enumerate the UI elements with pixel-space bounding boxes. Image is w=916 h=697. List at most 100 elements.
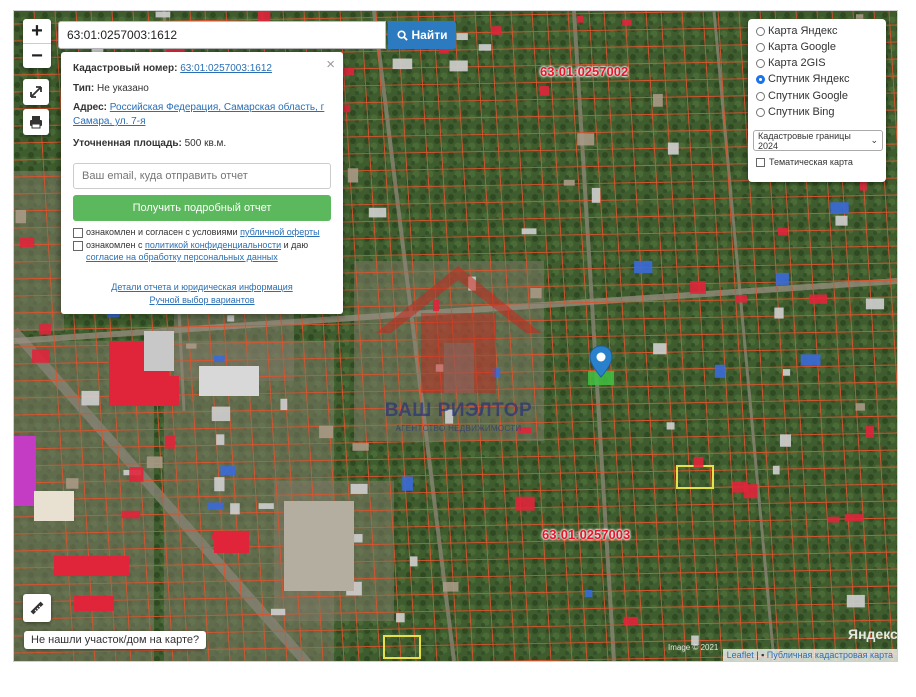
large-building	[74, 596, 114, 611]
roof	[835, 215, 848, 226]
layer-option-google-map[interactable]: Карта Google	[756, 41, 836, 53]
roof	[347, 168, 359, 183]
roof	[585, 589, 593, 598]
layer-option-2gis-map[interactable]: Карта 2GIS	[756, 57, 826, 69]
layer-label: Карта Google	[768, 41, 836, 53]
parcel-info-popup: × Кадастровый номер: 63:01:0257003:1612 …	[61, 52, 343, 314]
roof	[456, 33, 468, 41]
search-button-label: Найти	[411, 28, 448, 42]
consent-privacy-text: ознакомлен с политикой конфиденциальност…	[86, 239, 308, 263]
rosreestr-link[interactable]: Публичная кадастровая карта	[767, 650, 893, 660]
personal-data-consent-link[interactable]: согласие на обработку персональных данны…	[86, 252, 278, 262]
layer-option-yandex-satellite[interactable]: Спутник Яндекс	[756, 73, 850, 85]
realtor-watermark: ВАШ РИЭЛТОР АГЕНТСТВО НЕДВИЖИМОСТИ	[366, 258, 546, 443]
roof	[354, 534, 363, 543]
manual-select-link[interactable]: Ручной выбор вариантов	[149, 295, 254, 305]
large-building	[214, 531, 249, 553]
roof	[830, 202, 849, 214]
roof	[443, 582, 459, 592]
cadastral-layer-select-value: Кадастровые границы 2024	[758, 130, 851, 151]
cadnum-row: Кадастровый номер: 63:01:0257003:1612	[73, 62, 329, 76]
roof	[774, 307, 784, 319]
large-building	[109, 376, 179, 406]
roof	[800, 354, 821, 366]
roof	[350, 483, 368, 494]
large-building	[54, 556, 129, 576]
roof	[129, 467, 144, 482]
roof	[563, 179, 575, 186]
privacy-policy-link[interactable]: политикой конфиденциальности	[145, 240, 281, 250]
roof	[409, 556, 418, 567]
consent-privacy-prefix: ознакомлен с	[86, 240, 143, 250]
get-report-button[interactable]: Получить подробный отчет	[73, 195, 331, 221]
address-label: Адрес:	[73, 102, 107, 113]
consent-offer: ознакомлен и согласен с условиями публич…	[73, 226, 333, 238]
roof	[15, 209, 26, 224]
zoom-control: + −	[23, 19, 51, 68]
consent-offer-checkbox[interactable]	[73, 228, 83, 238]
roof	[844, 514, 864, 522]
thematic-checkbox[interactable]	[756, 157, 765, 167]
roof	[81, 390, 100, 406]
attribution-separator: |	[756, 650, 759, 660]
house-logo-icon	[376, 266, 541, 393]
roof	[855, 403, 865, 411]
roof	[214, 477, 225, 492]
roof	[693, 456, 704, 468]
consent-privacy-checkbox[interactable]	[73, 241, 83, 251]
roof	[777, 228, 788, 236]
cadnum-link[interactable]: 63:01:0257003:1612	[180, 63, 272, 74]
cadastral-search-input[interactable]	[58, 21, 386, 49]
type-row: Тип: Не указано	[73, 82, 329, 96]
zoom-out-button[interactable]: −	[23, 43, 51, 68]
map-attribution: Leaflet | ▪ Публичная кадастровая карта	[722, 649, 897, 661]
roof	[478, 44, 492, 51]
roof	[352, 443, 369, 451]
roof	[396, 613, 405, 623]
roof	[490, 26, 502, 35]
roof	[368, 207, 387, 218]
highlighted-zone	[14, 436, 36, 506]
layer-label: Спутник Google	[768, 90, 848, 102]
roof	[216, 434, 225, 445]
public-offer-link[interactable]: публичной оферты	[240, 227, 320, 237]
roof	[865, 298, 885, 310]
search-button[interactable]: Найти	[388, 21, 456, 49]
roof	[846, 594, 865, 608]
roof	[270, 608, 286, 616]
roof	[146, 456, 163, 469]
watermark-title: ВАШ РИЭЛТОР	[384, 400, 533, 421]
thematic-map-toggle[interactable]: Тематическая карта	[756, 157, 853, 167]
layer-option-yandex-map[interactable]: Карта Яндекс	[756, 25, 837, 37]
large-building	[284, 501, 354, 591]
cadastral-layer-select[interactable]: Кадастровые границы 2024 ⌄	[753, 130, 883, 151]
fullscreen-button[interactable]	[23, 79, 49, 105]
consent-privacy-mid: и даю	[283, 240, 309, 250]
measure-button[interactable]	[23, 594, 51, 622]
not-found-button[interactable]: Не нашли участок/дом на карте?	[24, 631, 207, 649]
roof	[258, 503, 274, 509]
roof	[827, 516, 840, 523]
layer-option-bing-satellite[interactable]: Спутник Bing	[756, 106, 835, 118]
consent-privacy: ознакомлен с политикой конфиденциальност…	[73, 239, 333, 263]
radio-icon	[756, 58, 765, 68]
print-button[interactable]	[23, 109, 49, 135]
roof	[775, 272, 789, 285]
zoom-in-button[interactable]: +	[23, 19, 51, 43]
roof	[515, 496, 535, 511]
email-field[interactable]	[73, 163, 331, 189]
leaflet-link[interactable]: Leaflet	[727, 650, 754, 660]
roof	[666, 422, 675, 430]
roof	[214, 355, 225, 363]
roof	[667, 142, 679, 155]
layer-option-google-satellite[interactable]: Спутник Google	[756, 90, 848, 102]
area-row: Уточненная площадь: 500 кв.м.	[73, 137, 329, 151]
roof	[782, 369, 791, 376]
address-link[interactable]: Российская Федерация, Самарская область,…	[73, 102, 324, 127]
map-frame[interactable]: ВАШ РИЭЛТОР АГЕНТСТВО НЕДВИЖИМОСТИ 63:01…	[13, 10, 898, 662]
roof	[211, 406, 231, 422]
popup-links: Детали отчета и юридическая информация Р…	[61, 281, 343, 307]
yandex-logo: Яндекс	[848, 626, 898, 642]
location-pin-icon[interactable]	[584, 345, 618, 390]
report-details-link[interactable]: Детали отчета и юридическая информация	[111, 282, 292, 292]
